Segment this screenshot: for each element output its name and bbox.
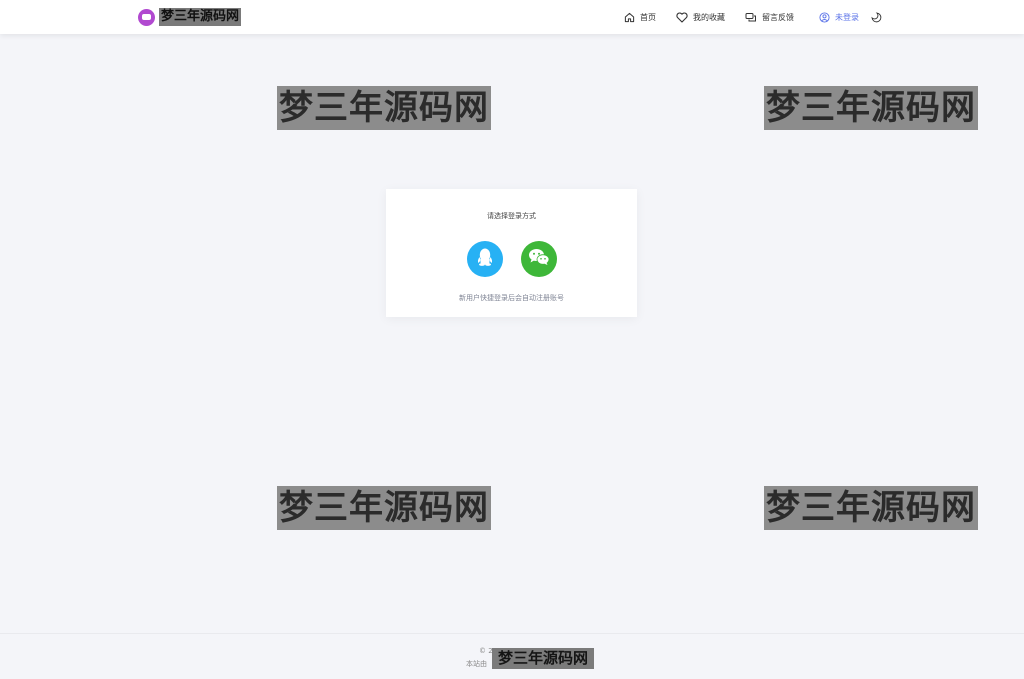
login-card-note: 新用户快捷登录后会自动注册账号 bbox=[459, 294, 564, 302]
wechat-login-button[interactable] bbox=[521, 241, 557, 277]
watermark: 梦三年源码网 bbox=[277, 486, 491, 530]
nav-favorites-label: 我的收藏 bbox=[693, 12, 725, 22]
footer-watermark: 梦三年源码网 bbox=[492, 648, 594, 669]
wechat-icon bbox=[528, 248, 550, 270]
login-card-title: 请选择登录方式 bbox=[487, 212, 536, 220]
theme-toggle[interactable] bbox=[871, 0, 887, 34]
moon-icon bbox=[871, 11, 882, 23]
watermark: 梦三年源码网 bbox=[277, 86, 491, 130]
watermark: 梦三年源码网 bbox=[764, 486, 978, 530]
home-icon bbox=[624, 12, 635, 23]
footer-site-text: 本站由 bbox=[466, 660, 487, 668]
top-navbar: 梦三年源码网 首页 我的收藏 留言反馈 未登录 bbox=[0, 0, 1024, 34]
site-logo[interactable]: 梦三年源码网 bbox=[138, 8, 242, 26]
nav-login[interactable]: 未登录 bbox=[819, 0, 859, 34]
logo-text: 梦三年源码网 bbox=[159, 8, 242, 26]
user-circle-icon bbox=[819, 11, 830, 23]
nav-login-label: 未登录 bbox=[835, 12, 859, 22]
qq-login-button[interactable] bbox=[467, 241, 503, 277]
footer: © 2 本站由 梦三年源码网 bbox=[0, 633, 1024, 679]
qq-icon bbox=[476, 247, 494, 271]
nav-feedback[interactable]: 留言反馈 bbox=[745, 0, 794, 34]
nav-feedback-label: 留言反馈 bbox=[762, 12, 794, 22]
nav-home-label: 首页 bbox=[640, 12, 656, 22]
watermark: 梦三年源码网 bbox=[764, 86, 978, 130]
chat-icon bbox=[745, 12, 757, 23]
nav-home[interactable]: 首页 bbox=[624, 0, 656, 34]
logo-icon bbox=[138, 8, 155, 26]
heart-icon bbox=[676, 11, 688, 23]
nav-favorites[interactable]: 我的收藏 bbox=[676, 0, 725, 34]
login-card: 请选择登录方式 新用户快捷登录后会自动注册账号 bbox=[386, 189, 637, 317]
footer-copyright: © 2 bbox=[479, 647, 493, 655]
